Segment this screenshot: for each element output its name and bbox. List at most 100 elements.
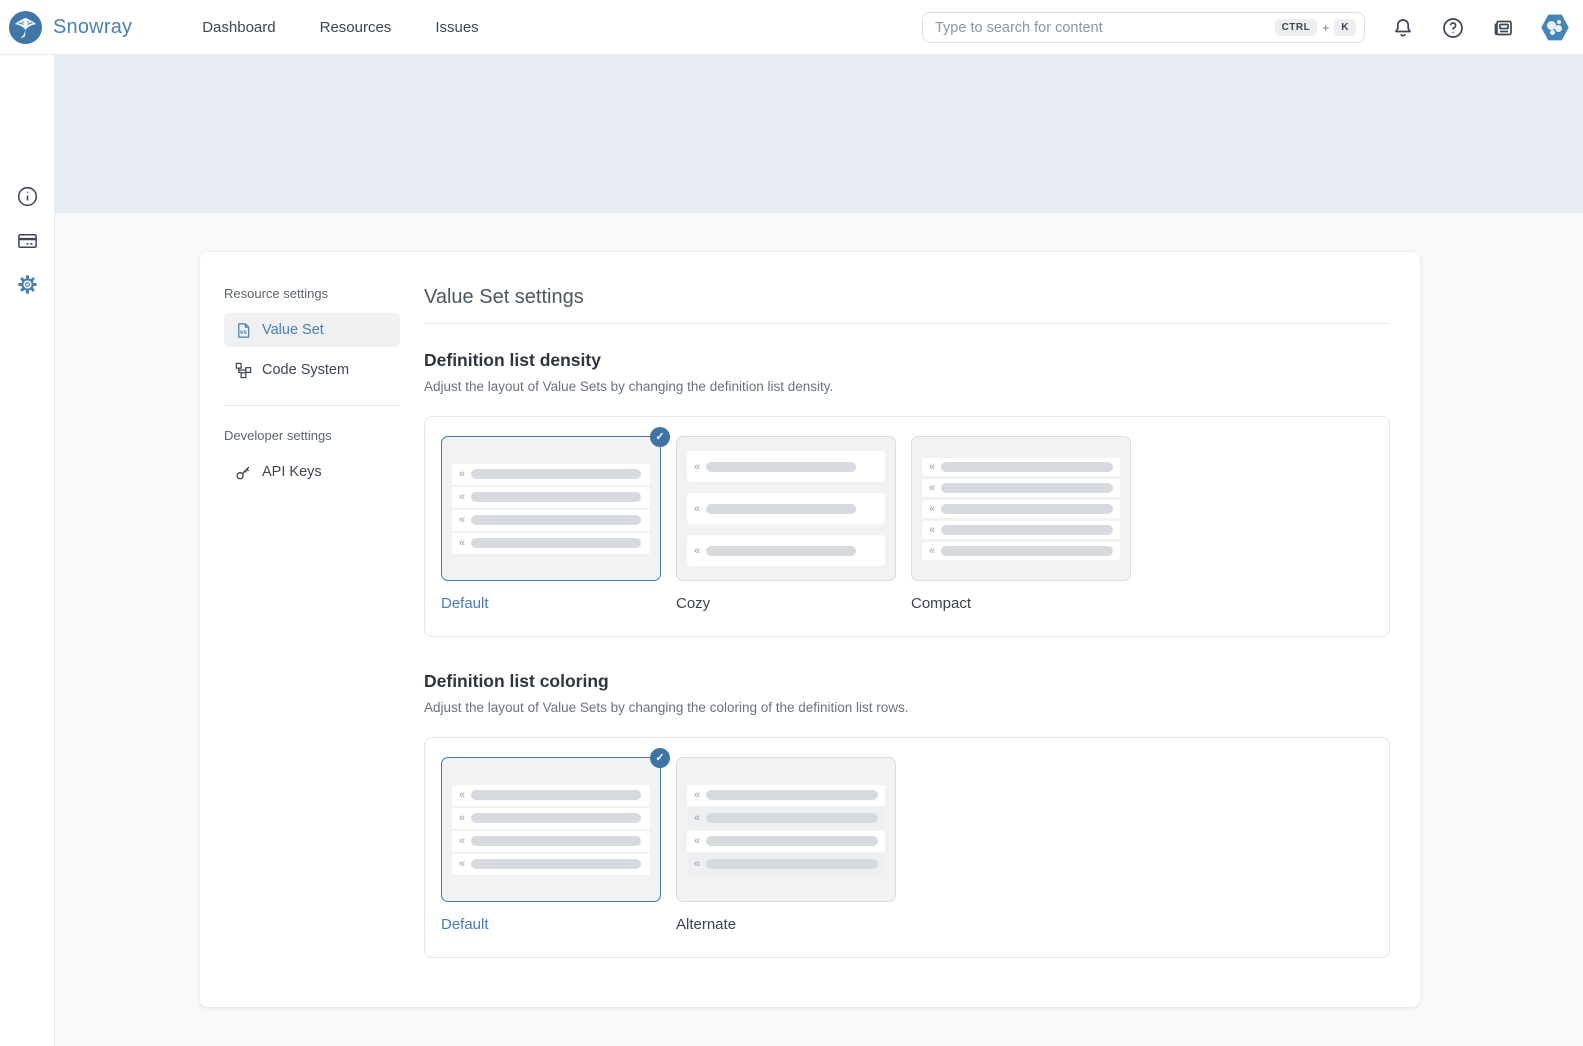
collapse-chevron-icon: « bbox=[459, 812, 464, 824]
title-divider bbox=[424, 323, 1390, 324]
page-title: Value Set settings bbox=[424, 286, 1390, 309]
option-cozy[interactable]: « « « Cozy bbox=[676, 436, 896, 612]
user-avatar[interactable] bbox=[1541, 14, 1569, 42]
top-navigation: Dashboard Resources Issues bbox=[202, 19, 478, 36]
collapse-chevron-icon: « bbox=[459, 537, 464, 549]
collapse-chevron-icon: « bbox=[459, 514, 464, 526]
mock-definition-row: « bbox=[452, 831, 650, 852]
nav-issues[interactable]: Issues bbox=[435, 19, 478, 36]
density-heading: Definition list density bbox=[424, 350, 1390, 371]
mock-definition-row: « bbox=[452, 533, 650, 554]
selected-check-icon: ✓ bbox=[650, 748, 670, 768]
info-icon[interactable] bbox=[16, 185, 39, 208]
mock-definition-row: « bbox=[452, 510, 650, 531]
settings-nav-api-keys[interactable]: API Keys bbox=[224, 455, 400, 489]
placeholder-bar bbox=[941, 525, 1113, 535]
option-default[interactable]: ✓««««Default bbox=[441, 436, 661, 612]
settings-nav-code-system[interactable]: Code System bbox=[224, 353, 400, 387]
collapse-chevron-icon: « bbox=[459, 491, 464, 503]
placeholder-bar bbox=[471, 469, 641, 479]
placeholder-bar bbox=[706, 546, 856, 556]
settings-content: Value Set settings Definition list densi… bbox=[424, 286, 1390, 958]
mock-definition-row: « bbox=[452, 808, 650, 829]
topbar-icon-group bbox=[1391, 0, 1569, 55]
mock-definition-row: « bbox=[452, 464, 650, 485]
mock-definition-row: « bbox=[687, 854, 885, 875]
nav-dashboard[interactable]: Dashboard bbox=[202, 19, 275, 36]
option-preview[interactable]: ✓«««« bbox=[441, 436, 661, 581]
mock-definition-row: « bbox=[452, 785, 650, 806]
mock-definition-row: « bbox=[452, 854, 650, 875]
news-icon[interactable] bbox=[1491, 16, 1515, 40]
nav-divider bbox=[224, 405, 400, 406]
code-system-label: Code System bbox=[262, 362, 349, 378]
mock-definition-row: « bbox=[922, 458, 1120, 476]
mock-definition-row: « bbox=[687, 808, 885, 829]
help-icon[interactable] bbox=[1441, 16, 1465, 40]
search-input[interactable] bbox=[935, 20, 1275, 36]
settings-panel: Resource settings vs Value Set Code Syst… bbox=[200, 252, 1420, 1007]
mock-definition-row: « bbox=[922, 479, 1120, 497]
density-description: Adjust the layout of Value Sets by chang… bbox=[424, 379, 1390, 394]
mock-definition-row: « bbox=[687, 535, 885, 566]
placeholder-bar bbox=[471, 859, 641, 869]
billing-card-icon[interactable] bbox=[16, 229, 39, 252]
collapse-chevron-icon: « bbox=[694, 858, 699, 870]
placeholder-bar bbox=[706, 836, 878, 846]
option-label: Cozy bbox=[676, 595, 896, 612]
placeholder-bar bbox=[706, 462, 856, 472]
mock-definition-row: « bbox=[452, 487, 650, 508]
option-default[interactable]: ✓««««Default bbox=[441, 757, 661, 933]
mock-definition-row: « bbox=[922, 542, 1120, 560]
left-rail bbox=[0, 55, 55, 1046]
api-keys-label: API Keys bbox=[262, 464, 322, 480]
placeholder-bar bbox=[471, 790, 641, 800]
placeholder-bar bbox=[706, 504, 856, 514]
placeholder-bar bbox=[471, 836, 641, 846]
option-label: Compact bbox=[911, 595, 1131, 612]
option-compact[interactable]: « « « « « Compact bbox=[911, 436, 1131, 612]
nav-resources[interactable]: Resources bbox=[320, 19, 392, 36]
option-preview[interactable]: ✓«««« bbox=[441, 757, 661, 902]
collapse-chevron-icon: « bbox=[694, 789, 699, 801]
collapse-chevron-icon: « bbox=[694, 545, 699, 557]
option-preview[interactable]: «««« bbox=[676, 757, 896, 902]
placeholder-bar bbox=[471, 492, 641, 502]
coloring-heading: Definition list coloring bbox=[424, 671, 1390, 692]
option-label: Alternate bbox=[676, 916, 896, 933]
placeholder-bar bbox=[941, 546, 1113, 556]
global-search[interactable]: CTRL + K bbox=[922, 12, 1365, 43]
collapse-chevron-icon: « bbox=[694, 812, 699, 824]
mock-definition-row: « bbox=[922, 500, 1120, 518]
placeholder-bar bbox=[471, 813, 641, 823]
density-section: Definition list density Adjust the layou… bbox=[424, 350, 1390, 637]
option-preview[interactable]: « « « bbox=[676, 436, 896, 581]
settings-nav: Resource settings vs Value Set Code Syst… bbox=[224, 286, 400, 495]
collapse-chevron-icon: « bbox=[694, 461, 699, 473]
placeholder-bar bbox=[706, 813, 878, 823]
collapse-chevron-icon: « bbox=[459, 835, 464, 847]
code-system-icon bbox=[235, 362, 252, 379]
coloring-description: Adjust the layout of Value Sets by chang… bbox=[424, 700, 1390, 715]
mock-definition-row: « bbox=[687, 451, 885, 482]
placeholder-bar bbox=[941, 483, 1113, 493]
collapse-chevron-icon: « bbox=[459, 468, 464, 480]
placeholder-bar bbox=[706, 790, 878, 800]
value-set-icon: vs bbox=[235, 322, 252, 339]
collapse-chevron-icon: « bbox=[929, 524, 934, 536]
placeholder-bar bbox=[471, 538, 641, 548]
settings-gear-icon[interactable] bbox=[16, 273, 39, 296]
kbd-k: K bbox=[1334, 19, 1356, 36]
notifications-bell-icon[interactable] bbox=[1391, 16, 1415, 40]
resource-settings-group-title: Resource settings bbox=[224, 286, 400, 301]
value-set-label: Value Set bbox=[262, 322, 324, 338]
density-options: ✓««««Default«««Cozy«««««Compact bbox=[424, 416, 1390, 637]
snowray-logo-icon[interactable] bbox=[8, 10, 43, 45]
placeholder-bar bbox=[706, 859, 878, 869]
hero-band bbox=[55, 55, 1583, 213]
option-alternate[interactable]: ««««Alternate bbox=[676, 757, 896, 933]
mock-definition-row: « bbox=[687, 493, 885, 524]
brand-name[interactable]: Snowray bbox=[53, 16, 132, 39]
settings-nav-value-set[interactable]: vs Value Set bbox=[224, 313, 400, 347]
option-preview[interactable]: « « « « « bbox=[911, 436, 1131, 581]
